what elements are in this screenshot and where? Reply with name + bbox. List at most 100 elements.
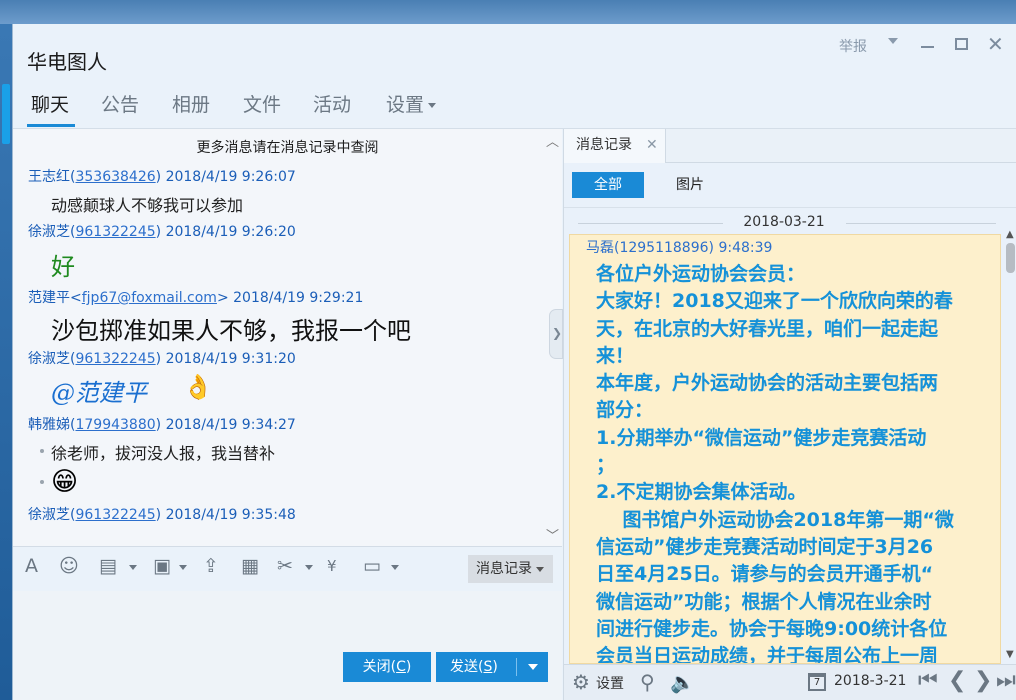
filter-images-button[interactable]: 图片 [676, 172, 716, 198]
history-message-bubble[interactable]: 马磊(1295118896) 9:48:39 各位户外运动协会会员： 大家好！2… [569, 234, 1001, 664]
chevron-down-icon[interactable] [391, 565, 399, 570]
sender-name[interactable]: 王志红 [28, 169, 70, 185]
history-scrollbar[interactable]: ▲ ▼ [1004, 229, 1016, 669]
tab-chat[interactable]: 聊天 [31, 90, 69, 117]
calendar-icon[interactable]: 7 [808, 673, 826, 691]
divider-line [578, 223, 723, 224]
history-line: 信运动”健步走竞赛活动时间定于3月26 [596, 535, 934, 558]
sender-name[interactable]: 徐淑芝 [28, 224, 70, 240]
scrollbar-thumb[interactable] [1006, 243, 1015, 273]
sender-qq[interactable]: 179943880 [75, 417, 155, 433]
history-line: 部分： [596, 399, 654, 422]
history-line: 本年度，户外运动协会的活动主要包括两 [596, 372, 939, 395]
tab-settings-label: 设置 [386, 94, 425, 116]
send-button[interactable]: 发送(S) [436, 652, 548, 682]
message-text: 沙包掷准如果人不够，我报一个吧 [51, 317, 411, 345]
sender-email[interactable]: fjp67@foxmail.com [82, 290, 217, 306]
panel-splitter[interactable]: ❯ [549, 309, 563, 359]
send-shortcut-key: S [483, 659, 493, 675]
gif-icon[interactable]: ▤ [99, 555, 117, 577]
sender-qq[interactable]: 961322245 [75, 507, 155, 523]
history-line: 微信运动”功能；根据个人情况在业余时 [596, 590, 932, 613]
message-time: 2018/4/19 9:34:27 [165, 417, 296, 433]
filter-all-button[interactable]: 全部 [572, 172, 644, 198]
chevron-down-icon[interactable] [305, 565, 313, 570]
more-messages-notice[interactable]: 更多消息请在消息记录中查阅 [13, 137, 562, 157]
sender-name[interactable]: 徐淑芝 [28, 507, 70, 523]
close-icon[interactable]: ✕ [987, 32, 1004, 56]
sender-name[interactable]: 韩雅娣 [28, 417, 70, 433]
report-button[interactable]: 举报 [839, 36, 867, 56]
group-chat-window: 华电图人 举报 ✕ 聊天 公告 相册 文件 活动 设置 更多消息请在消息记录中查… [12, 24, 1016, 700]
chevron-down-icon[interactable] [129, 565, 137, 570]
send-button-label: 发送( [450, 659, 484, 675]
maximize-icon[interactable] [955, 38, 968, 50]
message-history-button[interactable]: 消息记录 [468, 555, 553, 583]
history-date: 2018-3-21 [834, 673, 907, 689]
tab-files[interactable]: 文件 [243, 90, 281, 117]
tab-album[interactable]: 相册 [172, 90, 210, 117]
upload-icon[interactable]: ⇪ [203, 555, 219, 577]
emoji-icon[interactable]: ☺ [59, 555, 79, 577]
gear-icon[interactable]: ⚙ [572, 670, 590, 694]
chevron-down-icon[interactable] [888, 38, 898, 44]
scroll-down-icon[interactable]: ▼ [1006, 649, 1014, 660]
bullet [40, 480, 44, 484]
sender-name[interactable]: 范建平 [28, 290, 70, 306]
search-icon[interactable]: ⚲ [640, 670, 655, 694]
message-text: 动感颠球人不够我可以参加 [51, 196, 244, 215]
tab-announcement[interactable]: 公告 [101, 90, 139, 117]
chevron-right-icon: ❯ [552, 326, 563, 340]
message-header: 韩雅娣(179943880) 2018/4/19 9:34:27 [28, 417, 296, 433]
history-line: 会员当日运动成绩，并于每周公布上一周 [596, 645, 939, 664]
history-settings-button[interactable]: 设置 [596, 673, 624, 693]
tab-activities[interactable]: 活动 [313, 90, 351, 117]
history-line: 2.不定期协会集体活动。 [596, 481, 807, 504]
scroll-up-icon[interactable]: ▲ [1006, 229, 1014, 240]
sender-qq[interactable]: 353638426 [75, 169, 155, 185]
divider [564, 207, 1016, 208]
scroll-up-icon[interactable]: ︿ [546, 131, 559, 150]
message-history-panel: 消息记录 ✕ 全部 图片 2018-03-21 马磊(1295118896) 9:… [563, 129, 1016, 700]
previous-page-icon[interactable]: ❮ [948, 668, 966, 693]
tab-message-history[interactable]: 消息记录 ✕ [564, 129, 666, 163]
close-button[interactable]: 关闭(C) [343, 652, 431, 682]
red-packet-icon[interactable]: ¥ [327, 557, 337, 575]
window-title: 华电图人 [27, 50, 107, 74]
divider-line [846, 223, 996, 224]
history-line: 日至4月25日。请参与的会员开通手机“ [596, 563, 934, 586]
chevron-down-icon [428, 103, 437, 108]
sender-name[interactable]: 徐淑芝 [28, 351, 70, 367]
input-toolbar: A ☺ ▤ ▣ ⇪ ▦ ✂ ¥ ▭ 消息记录 [13, 547, 562, 591]
chevron-down-icon[interactable] [528, 664, 538, 670]
sender-qq[interactable]: 961322245 [75, 351, 155, 367]
sender-qq[interactable]: 961322245 [75, 224, 155, 240]
history-sender[interactable]: 马磊(1295118896) 9:48:39 [586, 237, 772, 257]
speaker-icon[interactable]: 🔈 [670, 670, 695, 694]
close-icon[interactable]: ✕ [646, 129, 658, 161]
next-page-icon[interactable]: ❯ [974, 668, 992, 693]
scissors-icon[interactable]: ✂ [277, 555, 293, 577]
message-header: 王志红(353638426) 2018/4/19 9:26:07 [28, 169, 296, 185]
history-line: 各位户外运动协会会员： [596, 263, 806, 285]
chevron-down-icon [536, 566, 544, 572]
message-input[interactable] [13, 591, 562, 700]
scroll-down-icon[interactable]: ﹀ [546, 525, 559, 544]
minimize-icon[interactable] [921, 46, 934, 48]
image-icon[interactable]: ▣ [153, 555, 171, 577]
history-line: 天，在北京的大好春光里，咱们一起走起 [596, 317, 939, 340]
history-line: ； [596, 454, 616, 477]
screen-record-icon[interactable]: ▭ [363, 555, 381, 577]
gift-icon[interactable]: ▦ [241, 555, 259, 577]
chevron-down-icon[interactable] [179, 565, 187, 570]
message-header: 徐淑芝(961322245) 2018/4/19 9:35:48 [28, 507, 296, 523]
history-button-label: 消息记录 [476, 561, 532, 577]
message-time: 2018/4/19 9:29:21 [233, 290, 364, 306]
font-icon[interactable]: A [25, 555, 38, 577]
last-page-icon[interactable]: ⏭ [996, 668, 1016, 693]
chat-message-area[interactable]: 更多消息请在消息记录中查阅 ︿ 王志红(353638426) 2018/4/19… [13, 129, 562, 546]
close-shortcut-key: C [396, 659, 406, 675]
bullet [40, 449, 44, 453]
tab-settings[interactable]: 设置 [386, 90, 437, 117]
first-page-icon[interactable]: ⏮ [918, 668, 938, 693]
